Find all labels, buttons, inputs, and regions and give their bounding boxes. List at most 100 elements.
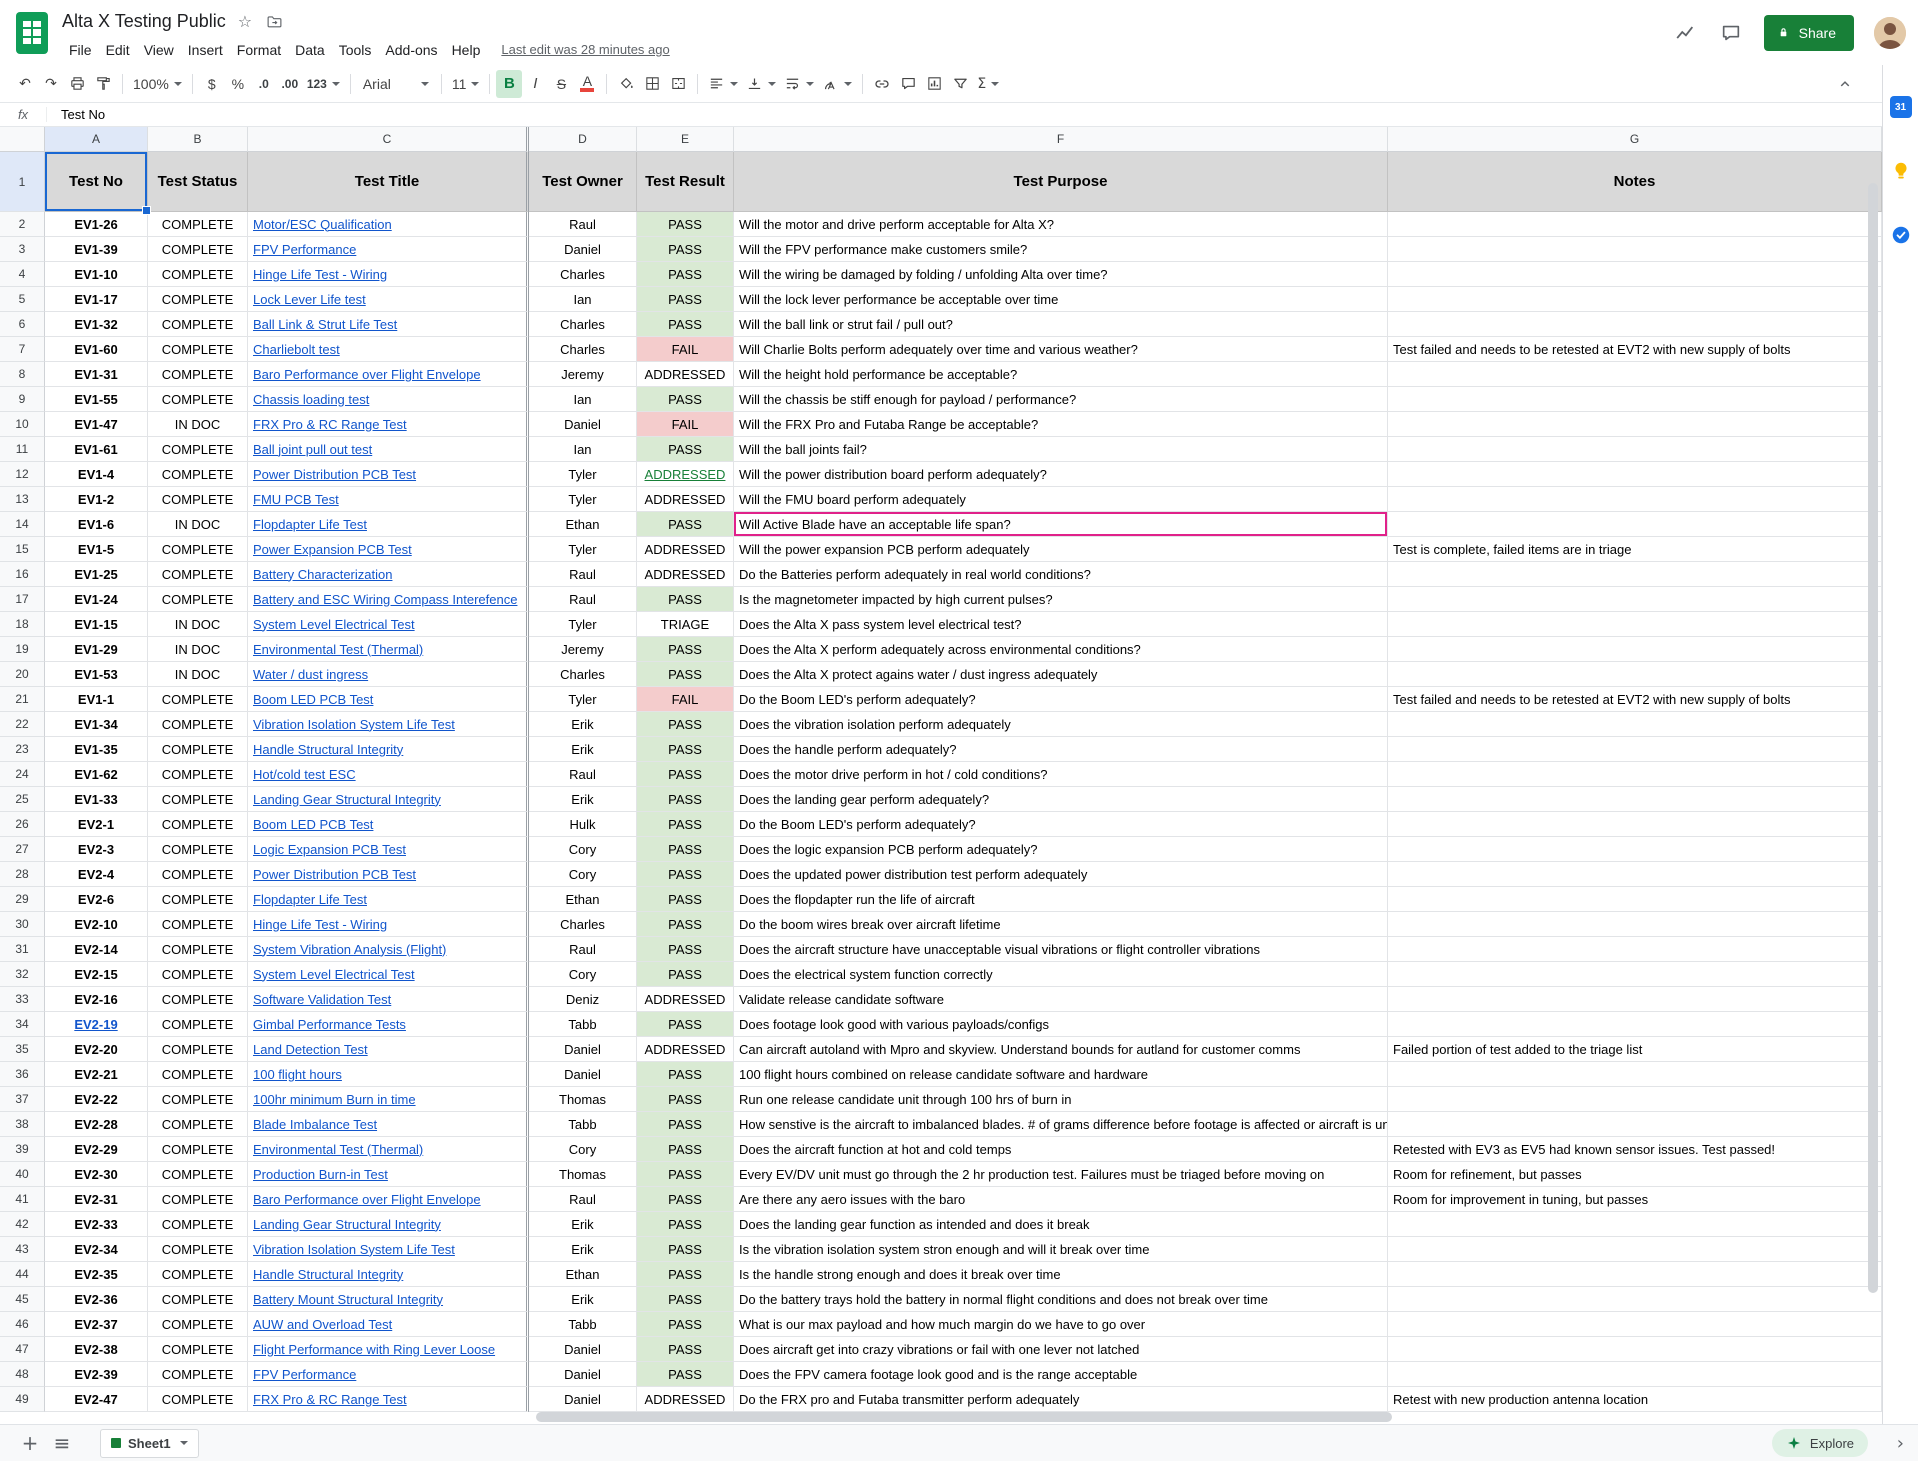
result-cell[interactable]: PASS bbox=[637, 237, 734, 262]
test-title-link[interactable]: Gimbal Performance Tests bbox=[253, 1017, 406, 1032]
column-header-F[interactable]: F bbox=[734, 127, 1388, 152]
result-cell[interactable]: PASS bbox=[637, 262, 734, 287]
status-cell[interactable]: COMPLETE bbox=[148, 312, 248, 337]
status-cell[interactable]: COMPLETE bbox=[148, 812, 248, 837]
font-size-select[interactable]: 11 bbox=[448, 70, 484, 98]
title-cell[interactable]: Hinge Life Test - Wiring bbox=[248, 912, 529, 937]
row-number[interactable]: 12 bbox=[0, 462, 45, 487]
increase-decimal-button[interactable]: .00 bbox=[277, 70, 303, 98]
row-number[interactable]: 17 bbox=[0, 587, 45, 612]
result-cell[interactable]: PASS bbox=[637, 1337, 734, 1362]
row-number[interactable]: 18 bbox=[0, 612, 45, 637]
header-cell-status[interactable]: Test Status bbox=[148, 152, 248, 212]
title-cell[interactable]: Battery Characterization bbox=[248, 562, 529, 587]
print-button[interactable] bbox=[64, 70, 90, 98]
no-cell[interactable]: EV2-33 bbox=[45, 1212, 148, 1237]
title-cell[interactable]: Handle Structural Integrity bbox=[248, 737, 529, 762]
row-number[interactable]: 1 bbox=[0, 152, 45, 212]
insert-link-button[interactable] bbox=[869, 70, 895, 98]
row-number[interactable]: 7 bbox=[0, 337, 45, 362]
row-number[interactable]: 20 bbox=[0, 662, 45, 687]
test-title-link[interactable]: System Vibration Analysis (Flight) bbox=[253, 942, 446, 957]
title-cell[interactable]: Software Validation Test bbox=[248, 987, 529, 1012]
document-title[interactable]: Alta X Testing Public bbox=[62, 11, 226, 32]
title-cell[interactable]: Environmental Test (Thermal) bbox=[248, 1137, 529, 1162]
notes-cell[interactable]: Test failed and needs to be retested at … bbox=[1388, 687, 1882, 712]
test-title-link[interactable]: Flopdapter Life Test bbox=[253, 892, 367, 907]
row-number[interactable]: 5 bbox=[0, 287, 45, 312]
text-wrap-select[interactable] bbox=[780, 70, 818, 98]
status-cell[interactable]: COMPLETE bbox=[148, 1087, 248, 1112]
result-cell[interactable]: PASS bbox=[637, 287, 734, 312]
menu-addons[interactable]: Add-ons bbox=[378, 40, 444, 60]
no-cell[interactable]: EV2-20 bbox=[45, 1037, 148, 1062]
number-format-select[interactable]: 123 bbox=[303, 70, 344, 98]
purpose-cell[interactable]: Will the ball joints fail? bbox=[734, 437, 1388, 462]
purpose-cell[interactable]: Does the flopdapter run the life of airc… bbox=[734, 887, 1388, 912]
purpose-cell[interactable]: Will the wiring be damaged by folding / … bbox=[734, 262, 1388, 287]
notes-cell[interactable] bbox=[1388, 512, 1882, 537]
test-title-link[interactable]: Ball Link & Strut Life Test bbox=[253, 317, 397, 332]
title-cell[interactable]: Baro Performance over Flight Envelope bbox=[248, 1187, 529, 1212]
calendar-icon[interactable]: 31 bbox=[1889, 95, 1913, 119]
notes-cell[interactable] bbox=[1388, 637, 1882, 662]
row-number[interactable]: 16 bbox=[0, 562, 45, 587]
purpose-cell[interactable]: Will the power distribution board perfor… bbox=[734, 462, 1388, 487]
row-number[interactable]: 40 bbox=[0, 1162, 45, 1187]
title-cell[interactable]: Vibration Isolation System Life Test bbox=[248, 712, 529, 737]
purpose-cell[interactable]: Will the FMU board perform adequately bbox=[734, 487, 1388, 512]
purpose-cell[interactable]: Does the Alta X protect agains water / d… bbox=[734, 662, 1388, 687]
notes-cell[interactable] bbox=[1388, 312, 1882, 337]
title-cell[interactable]: FPV Performance bbox=[248, 1362, 529, 1387]
notes-cell[interactable] bbox=[1388, 287, 1882, 312]
filter-button[interactable] bbox=[947, 70, 973, 98]
header-cell-result[interactable]: Test Result bbox=[637, 152, 734, 212]
horizontal-scrollbar-thumb[interactable] bbox=[536, 1412, 1392, 1422]
test-title-link[interactable]: Baro Performance over Flight Envelope bbox=[253, 367, 481, 382]
status-cell[interactable]: COMPLETE bbox=[148, 712, 248, 737]
row-number[interactable]: 47 bbox=[0, 1337, 45, 1362]
status-cell[interactable]: COMPLETE bbox=[148, 1362, 248, 1387]
test-title-link[interactable]: Blade Imbalance Test bbox=[253, 1117, 377, 1132]
result-cell[interactable]: PASS bbox=[637, 437, 734, 462]
status-cell[interactable]: IN DOC bbox=[148, 412, 248, 437]
result-cell[interactable]: PASS bbox=[637, 937, 734, 962]
status-cell[interactable]: COMPLETE bbox=[148, 887, 248, 912]
owner-cell[interactable]: Daniel bbox=[529, 1037, 637, 1062]
result-cell[interactable]: FAIL bbox=[637, 412, 734, 437]
title-cell[interactable]: FPV Performance bbox=[248, 237, 529, 262]
vertical-scrollbar[interactable] bbox=[1868, 155, 1878, 1408]
functions-button[interactable]: Σ bbox=[973, 70, 1003, 98]
test-title-link[interactable]: Vibration Isolation System Life Test bbox=[253, 717, 455, 732]
title-cell[interactable]: Ball joint pull out test bbox=[248, 437, 529, 462]
test-title-link[interactable]: Landing Gear Structural Integrity bbox=[253, 792, 441, 807]
test-title-link[interactable]: Boom LED PCB Test bbox=[253, 692, 373, 707]
test-title-link[interactable]: Production Burn-in Test bbox=[253, 1167, 388, 1182]
purpose-cell[interactable]: What is our max payload and how much mar… bbox=[734, 1312, 1388, 1337]
column-header-B[interactable]: B bbox=[148, 127, 248, 152]
test-title-link[interactable]: 100 flight hours bbox=[253, 1067, 342, 1082]
owner-cell[interactable]: Cory bbox=[529, 862, 637, 887]
notes-cell[interactable] bbox=[1388, 662, 1882, 687]
purpose-cell[interactable]: Do the boom wires break over aircraft li… bbox=[734, 912, 1388, 937]
result-cell[interactable]: PASS bbox=[637, 1012, 734, 1037]
test-title-link[interactable]: Landing Gear Structural Integrity bbox=[253, 1217, 441, 1232]
test-title-link[interactable]: Handle Structural Integrity bbox=[253, 742, 403, 757]
result-cell[interactable]: PASS bbox=[637, 1137, 734, 1162]
decrease-decimal-button[interactable]: .0 bbox=[251, 70, 277, 98]
test-title-link[interactable]: Boom LED PCB Test bbox=[253, 817, 373, 832]
title-cell[interactable]: Flopdapter Life Test bbox=[248, 887, 529, 912]
title-cell[interactable]: System Level Electrical Test bbox=[248, 962, 529, 987]
row-number[interactable]: 38 bbox=[0, 1112, 45, 1137]
title-cell[interactable]: Landing Gear Structural Integrity bbox=[248, 1212, 529, 1237]
test-title-link[interactable]: Motor/ESC Qualification bbox=[253, 217, 392, 232]
row-number[interactable]: 44 bbox=[0, 1262, 45, 1287]
fill-color-button[interactable] bbox=[613, 70, 639, 98]
no-cell[interactable]: EV2-35 bbox=[45, 1262, 148, 1287]
status-cell[interactable]: IN DOC bbox=[148, 637, 248, 662]
no-cell[interactable]: EV1-61 bbox=[45, 437, 148, 462]
owner-cell[interactable]: Charles bbox=[529, 262, 637, 287]
notes-cell[interactable] bbox=[1388, 462, 1882, 487]
last-edit-status[interactable]: Last edit was 28 minutes ago bbox=[501, 42, 669, 57]
owner-cell[interactable]: Tyler bbox=[529, 487, 637, 512]
